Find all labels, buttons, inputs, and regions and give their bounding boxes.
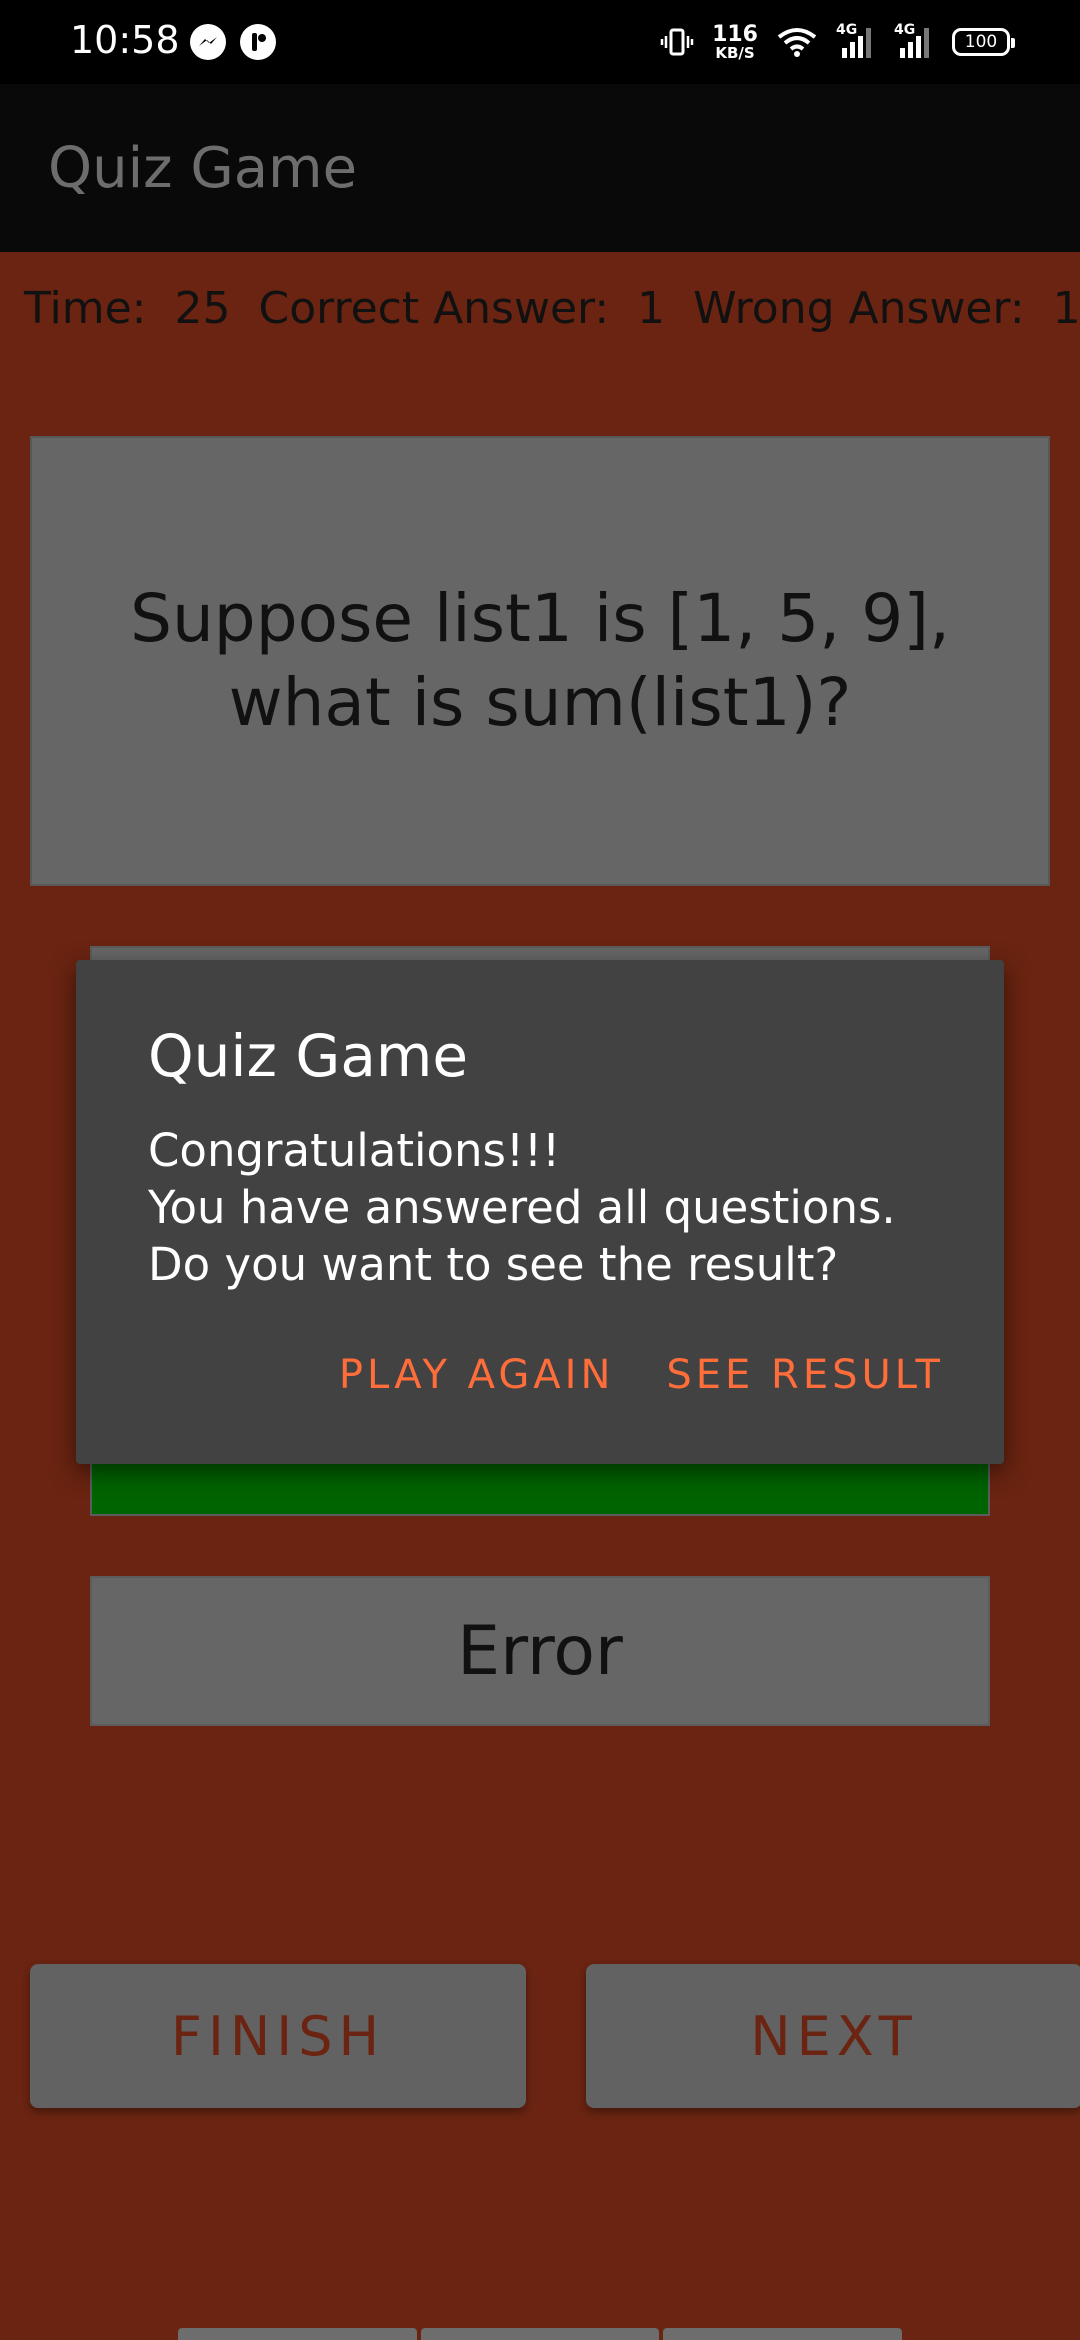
- signal-icon: 4G: [836, 22, 876, 60]
- battery-level: 100: [964, 32, 998, 52]
- nav-segment[interactable]: [663, 2328, 903, 2340]
- correct-answer-value: 1: [637, 283, 666, 334]
- vibrate-icon: [660, 28, 694, 56]
- network-speed-unit: KB/S: [715, 43, 755, 62]
- play-again-button[interactable]: PLAY AGAIN: [339, 1352, 614, 1398]
- finish-button[interactable]: FINISH: [30, 1964, 526, 2108]
- notification-icon: [240, 24, 276, 60]
- next-button[interactable]: NEXT: [586, 1964, 1080, 2108]
- time-value: 25: [174, 283, 231, 334]
- status-bar: 10:58 116 KB/S 4G 4G 100: [0, 0, 1080, 84]
- messenger-icon: [190, 24, 226, 60]
- time-label: Time:: [24, 283, 147, 334]
- dialog-message: Congratulations!!! You have answered all…: [148, 1122, 948, 1293]
- dialog-message-line: Congratulations!!!: [148, 1124, 561, 1177]
- network-speed: 116 KB/S: [712, 21, 758, 62]
- network-speed-value: 116: [712, 21, 758, 47]
- question-text: Suppose list1 is [1, 5, 9], what is sum(…: [130, 580, 950, 741]
- app-bar: Quiz Game: [0, 84, 1080, 252]
- status-icons: 116 KB/S 4G 4G 100: [660, 20, 1015, 64]
- dialog-actions: PLAY AGAIN SEE RESULT: [339, 1352, 944, 1398]
- battery-icon: 100: [952, 28, 1015, 56]
- navigation-bar[interactable]: [178, 2328, 903, 2340]
- app-title: Quiz Game: [48, 136, 358, 201]
- next-button-label: NEXT: [750, 2004, 918, 2068]
- correct-answer-label: Correct Answer:: [258, 283, 610, 334]
- status-time: 10:58: [70, 18, 180, 62]
- answer-option-4[interactable]: Error: [90, 1576, 990, 1726]
- result-dialog: Quiz Game Congratulations!!! You have an…: [76, 960, 1004, 1464]
- nav-segment[interactable]: [420, 2328, 660, 2340]
- answer-option-4-label: Error: [457, 1611, 623, 1691]
- see-result-button[interactable]: SEE RESULT: [666, 1352, 944, 1398]
- finish-button-label: FINISH: [170, 2004, 386, 2068]
- dialog-message-line: Do you want to see the result?: [148, 1238, 839, 1291]
- wrong-answer-label: Wrong Answer:: [693, 283, 1025, 334]
- signal-icon: 4G: [894, 22, 934, 60]
- question-box: Suppose list1 is [1, 5, 9], what is sum(…: [30, 436, 1050, 886]
- nav-segment[interactable]: [178, 2328, 417, 2340]
- wifi-icon: [777, 28, 817, 57]
- wrong-answer-value: 1: [1052, 283, 1080, 334]
- dialog-title: Quiz Game: [148, 1022, 469, 1090]
- dialog-message-line: You have answered all questions.: [148, 1181, 896, 1234]
- score-line: Time: 25 Correct Answer: 1 Wrong Answer:…: [24, 283, 1080, 334]
